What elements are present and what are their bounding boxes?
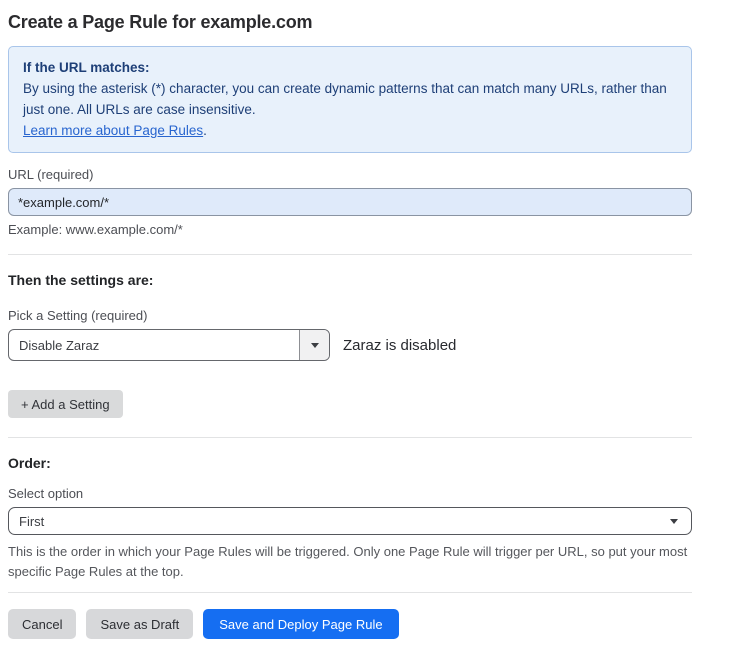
link-suffix: . [203,123,207,138]
order-helper-text: This is the order in which your Page Rul… [8,542,692,582]
order-section-heading: Order: [8,455,692,472]
setting-select[interactable]: Disable Zaraz [8,329,330,361]
order-select-label: Select option [8,486,692,502]
learn-more-page-rules-link[interactable]: Learn more about Page Rules [23,123,203,138]
cancel-button[interactable]: Cancel [8,609,76,639]
divider [8,437,692,438]
url-helper-text: Example: www.example.com/* [8,222,692,238]
divider [8,592,692,593]
form-actions: Cancel Save as Draft Save and Deploy Pag… [8,609,692,639]
add-setting-button[interactable]: + Add a Setting [8,390,123,418]
settings-section-heading: Then the settings are: [8,272,692,289]
page-rule-form: Create a Page Rule for example.com If th… [0,0,750,639]
save-as-draft-button[interactable]: Save as Draft [86,609,193,639]
url-input[interactable] [8,188,692,216]
setting-select-value: Disable Zaraz [9,330,299,360]
chevron-down-icon [311,343,319,348]
url-label: URL (required) [8,167,692,183]
setting-status-text: Zaraz is disabled [343,337,456,354]
info-box-link-line: Learn more about Page Rules. [23,120,677,141]
divider [8,254,692,255]
info-box-heading: If the URL matches: [23,57,677,78]
order-select-value: First [19,514,44,529]
page-title: Create a Page Rule for example.com [8,11,692,34]
order-select[interactable]: First [8,507,692,535]
setting-picker-label: Pick a Setting (required) [8,308,692,324]
info-box-body: By using the asterisk (*) character, you… [23,78,677,120]
setting-select-arrow-button[interactable] [299,330,329,360]
setting-picker-row: Disable Zaraz Zaraz is disabled [8,329,692,361]
chevron-down-icon [670,519,678,524]
save-and-deploy-button[interactable]: Save and Deploy Page Rule [203,609,398,639]
url-match-info-box: If the URL matches: By using the asteris… [8,46,692,153]
